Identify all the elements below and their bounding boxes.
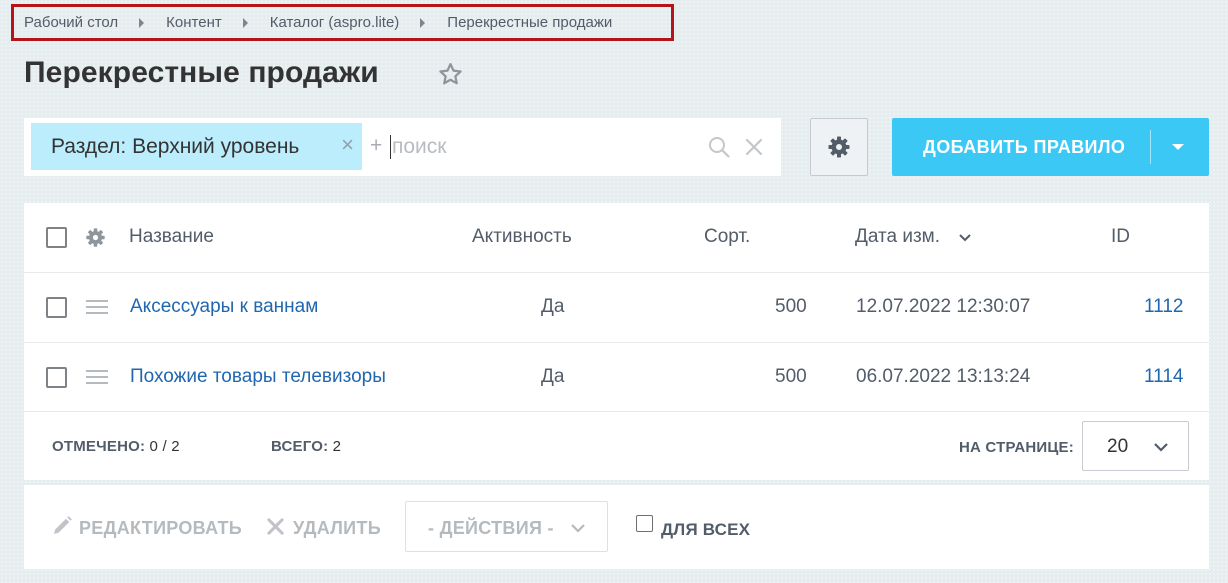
row-sort: 500: [775, 296, 807, 317]
row-date: 12.07.2022 12:30:07: [856, 296, 1031, 317]
total-count-value: 2: [332, 438, 342, 455]
row-date: 06.07.2022 13:13:24: [856, 366, 1031, 387]
breadcrumb: Рабочий стол Контент Каталог (aspro.lite…: [11, 4, 674, 41]
row-name-link[interactable]: Похожие товары телевизоры: [130, 366, 386, 388]
row-checkbox[interactable]: [46, 297, 67, 318]
row-id-link[interactable]: 1114: [1144, 366, 1183, 388]
column-header-name[interactable]: Название: [129, 226, 214, 248]
row-name-link[interactable]: Аксессуары к ваннам: [130, 296, 318, 318]
text-cursor: [390, 135, 391, 159]
row-active: Да: [541, 366, 565, 387]
for-all-label[interactable]: ДЛЯ ВСЕХ: [661, 520, 750, 540]
column-header-date[interactable]: Дата изм.: [855, 226, 940, 248]
row-sort: 500: [775, 366, 807, 387]
breadcrumb-item-current: Перекрестные продажи: [447, 14, 613, 31]
total-count-label: ВСЕГО:: [271, 438, 329, 455]
add-rule-button[interactable]: ДОБАВИТЬ ПРАВИЛО: [892, 118, 1209, 176]
action-panel: РЕДАКТИРОВАТЬ УДАЛИТЬ - ДЕЙСТВИЯ - ДЛЯ В…: [24, 485, 1209, 569]
breadcrumb-item-desktop[interactable]: Рабочий стол: [24, 14, 118, 31]
table-row[interactable]: Похожие товары телевизоры Да 500 06.07.2…: [24, 342, 1209, 411]
row-id-link[interactable]: 1112: [1144, 296, 1183, 318]
gear-icon: [828, 136, 850, 158]
select-all-checkbox[interactable]: [46, 227, 67, 248]
breadcrumb-separator-icon: [242, 17, 248, 28]
pencil-icon: [54, 516, 72, 534]
dropdown-caret-icon[interactable]: [1172, 144, 1184, 150]
edit-button[interactable]: РЕДАКТИРОВАТЬ: [79, 518, 242, 539]
star-icon[interactable]: [437, 61, 464, 88]
grid-header: Название Активность Сорт. Дата изм. ID: [24, 203, 1209, 272]
for-all-checkbox[interactable]: [636, 515, 653, 532]
actions-select-label: - ДЕЙСТВИЯ -: [428, 518, 554, 538]
rules-grid: Название Активность Сорт. Дата изм. ID А…: [24, 203, 1209, 480]
breadcrumb-item-catalog[interactable]: Каталог (aspro.lite): [270, 14, 400, 31]
chevron-down-icon: [1154, 443, 1168, 452]
chevron-down-icon: [571, 524, 585, 533]
delete-button[interactable]: УДАЛИТЬ: [293, 518, 381, 539]
total-count: ВСЕГО: 2: [271, 438, 341, 455]
per-page-value: 20: [1107, 436, 1129, 457]
add-filter-icon[interactable]: +: [370, 134, 382, 158]
page-title: Перекрестные продажи: [24, 56, 379, 89]
drag-handle-icon[interactable]: [86, 299, 108, 315]
filter-bar[interactable]: Раздел: Верхний уровень × +: [24, 118, 781, 176]
add-rule-divider: [1150, 130, 1151, 164]
sort-desc-chevron-icon[interactable]: [958, 231, 972, 245]
selected-count: ОТМЕЧЕНО: 0 / 2: [52, 438, 180, 455]
selected-count-value: 0 / 2: [149, 438, 180, 455]
search-input[interactable]: [392, 131, 692, 163]
filter-tag[interactable]: Раздел: Верхний уровень ×: [31, 123, 362, 170]
search-icon[interactable]: [707, 135, 731, 159]
selected-count-label: ОТМЕЧЕНО:: [52, 438, 146, 455]
column-header-sort[interactable]: Сорт.: [704, 226, 750, 248]
table-row[interactable]: Аксессуары к ваннам Да 500 12.07.2022 12…: [24, 272, 1209, 341]
grid-footer: ОТМЕЧЕНО: 0 / 2 ВСЕГО: 2 НА СТРАНИЦЕ: 20: [24, 411, 1209, 480]
delete-x-icon: [267, 518, 284, 535]
actions-select[interactable]: - ДЕЙСТВИЯ -: [405, 501, 608, 552]
per-page-label: НА СТРАНИЦЕ:: [959, 439, 1074, 456]
filter-tag-close-icon[interactable]: ×: [341, 134, 354, 156]
add-rule-label: ДОБАВИТЬ ПРАВИЛО: [923, 137, 1126, 157]
filter-tag-label: Раздел: Верхний уровень: [51, 134, 300, 158]
column-header-active[interactable]: Активность: [472, 226, 572, 248]
breadcrumb-item-content[interactable]: Контент: [166, 14, 222, 31]
column-settings-gear-icon[interactable]: [85, 227, 106, 248]
clear-icon[interactable]: [744, 137, 764, 157]
breadcrumb-separator-icon: [420, 17, 426, 28]
row-active: Да: [541, 296, 565, 317]
drag-handle-icon[interactable]: [86, 369, 108, 385]
per-page-select[interactable]: 20: [1082, 421, 1189, 471]
grid-settings-button[interactable]: [810, 118, 868, 176]
column-header-id[interactable]: ID: [1111, 226, 1130, 248]
breadcrumb-separator-icon: [139, 17, 145, 28]
row-checkbox[interactable]: [46, 367, 67, 388]
